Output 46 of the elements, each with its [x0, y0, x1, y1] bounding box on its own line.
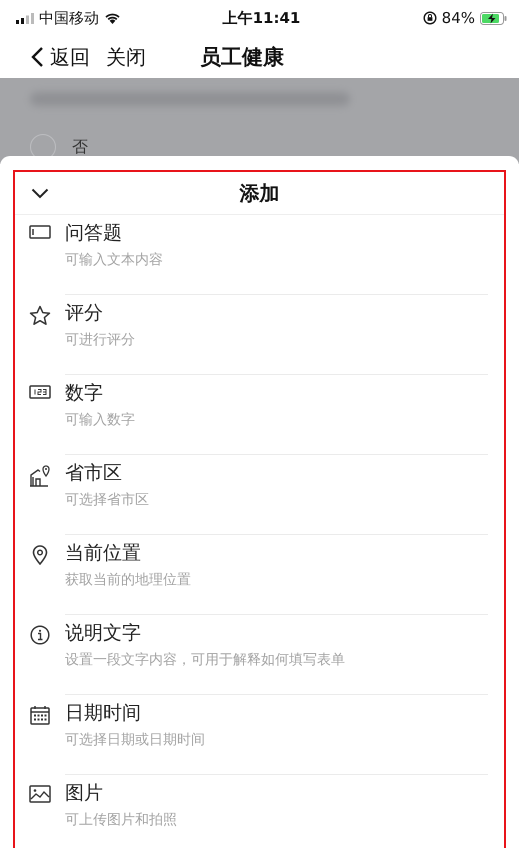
back-button[interactable]: 返回: [30, 44, 90, 70]
item-title: 当前位置: [65, 541, 141, 566]
sheet-title: 添加: [240, 180, 280, 206]
building-pin-icon: [28, 465, 52, 487]
image-icon: [29, 785, 51, 803]
calendar-icon: [30, 705, 50, 725]
field-type-item[interactable]: 当前位置 获取当前的地理位置: [15, 535, 504, 615]
field-type-item[interactable]: 图片 可上传图片和拍照: [15, 775, 504, 848]
option-label: 否: [72, 138, 88, 156]
number-box-icon: [29, 385, 51, 399]
battery-percent: 84%: [442, 9, 475, 27]
item-description: 可上传图片和拍照: [65, 811, 177, 830]
close-button[interactable]: 关闭: [106, 44, 146, 70]
info-icon: [30, 625, 50, 645]
item-description: 可输入数字: [65, 411, 135, 430]
item-description: 可输入文本内容: [65, 251, 163, 270]
back-chevron-icon: [30, 46, 44, 68]
item-description: 可进行评分: [65, 331, 135, 350]
field-type-item[interactable]: 问答题 可输入文本内容: [15, 215, 504, 295]
rotation-lock-icon: [422, 11, 437, 25]
item-description: 设置一段文字内容，可用于解释如何填写表单: [65, 651, 345, 670]
item-description: 可选择省市区: [65, 491, 149, 510]
item-title: 问答题: [65, 221, 122, 246]
wifi-icon: [104, 12, 121, 24]
field-type-item[interactable]: 说明文字 设置一段文字内容，可用于解释如何填写表单: [15, 615, 504, 695]
item-title: 评分: [65, 301, 103, 326]
item-title: 日期时间: [65, 701, 141, 726]
location-pin-icon: [32, 545, 48, 565]
text-box-icon: [29, 225, 51, 239]
item-description: 获取当前的地理位置: [65, 571, 191, 590]
item-title: 数字: [65, 381, 103, 406]
field-type-item[interactable]: 数字 可输入数字: [15, 375, 504, 455]
clock-time: 上午11:41: [222, 8, 300, 28]
item-description: 可选择日期或日期时间: [65, 731, 205, 750]
item-title: 图片: [65, 781, 103, 806]
page-title: 员工健康: [200, 44, 284, 71]
field-type-item[interactable]: 省市区 可选择省市区: [15, 455, 504, 535]
field-type-item[interactable]: 评分 可进行评分: [15, 295, 504, 375]
item-title: 说明文字: [65, 621, 141, 646]
star-icon: [29, 305, 51, 326]
signal-icon: [16, 12, 34, 24]
carrier-name: 中国移动: [39, 8, 99, 28]
item-title: 省市区: [65, 461, 122, 486]
battery-charging-icon: [480, 12, 507, 24]
field-type-item[interactable]: 日期时间 可选择日期或日期时间: [15, 695, 504, 775]
collapse-chevron-icon[interactable]: [31, 188, 49, 198]
